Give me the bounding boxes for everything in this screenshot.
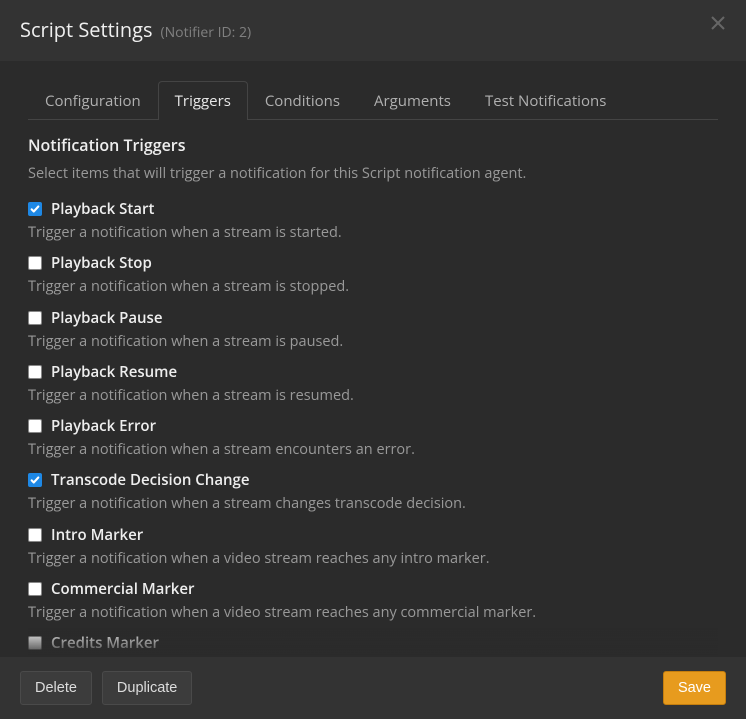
trigger-row: Playback Resume (28, 362, 718, 382)
trigger-label: Intro Marker (51, 525, 143, 545)
trigger-checkbox[interactable] (28, 582, 42, 596)
trigger-description: Trigger a notification when a video stre… (28, 603, 718, 623)
trigger-label: Playback Resume (51, 362, 177, 382)
trigger-checkbox[interactable] (28, 473, 42, 487)
trigger-item: Transcode Decision Change Trigger a notif… (28, 470, 718, 514)
tab-arguments[interactable]: Arguments (357, 81, 468, 120)
section-description: Select items that will trigger a notific… (28, 164, 718, 183)
trigger-checkbox[interactable] (28, 311, 42, 325)
trigger-label: Playback Stop (51, 253, 152, 273)
trigger-description: Trigger a notification when a stream is … (28, 223, 718, 243)
trigger-label: Transcode Decision Change (51, 470, 250, 490)
trigger-row: Playback Stop (28, 253, 718, 273)
modal-title: Script Settings (20, 16, 153, 43)
modal-subtitle: (Notifier ID: 2) (161, 23, 252, 42)
tab-test-notifications[interactable]: Test Notifications (468, 81, 623, 120)
trigger-label: Playback Start (51, 199, 154, 219)
trigger-row: Intro Marker (28, 525, 718, 545)
trigger-item: Intro Marker Trigger a notification when … (28, 525, 718, 569)
trigger-label: Playback Pause (51, 308, 163, 328)
modal-footer: Delete Duplicate Save (0, 657, 746, 719)
trigger-checkbox[interactable] (28, 419, 42, 433)
trigger-item: Playback Stop Trigger a notification when… (28, 253, 718, 297)
trigger-description: Trigger a notification when a video stre… (28, 549, 718, 569)
modal-header: Script Settings (Notifier ID: 2) (0, 0, 746, 61)
trigger-row: Commercial Marker (28, 579, 718, 599)
trigger-description: Trigger a notification when a stream enc… (28, 440, 718, 460)
close-icon[interactable] (710, 14, 730, 34)
trigger-checkbox[interactable] (28, 636, 42, 650)
tab-conditions[interactable]: Conditions (248, 81, 357, 120)
trigger-row: Transcode Decision Change (28, 470, 718, 490)
trigger-label: Credits Marker (51, 633, 159, 653)
trigger-label: Playback Error (51, 416, 156, 436)
trigger-item: Playback Error Trigger a notification whe… (28, 416, 718, 460)
tabs: ConfigurationTriggersConditionsArguments… (28, 81, 718, 120)
modal-body: ConfigurationTriggersConditionsArguments… (0, 61, 746, 657)
tab-configuration[interactable]: Configuration (28, 81, 158, 120)
script-settings-modal: Script Settings (Notifier ID: 2) Configu… (0, 0, 746, 719)
trigger-checkbox[interactable] (28, 202, 42, 216)
trigger-checkbox[interactable] (28, 256, 42, 270)
trigger-description: Trigger a notification when a stream is … (28, 332, 718, 352)
trigger-checkbox[interactable] (28, 528, 42, 542)
trigger-description: Trigger a notification when a stream is … (28, 386, 718, 406)
save-button[interactable]: Save (663, 671, 726, 705)
trigger-item: Commercial Marker Trigger a notification … (28, 579, 718, 623)
trigger-item: Playback Pause Trigger a notification whe… (28, 308, 718, 352)
trigger-item: Playback Start Trigger a notification whe… (28, 199, 718, 243)
trigger-item: Credits MarkerTrigger a notification whe… (28, 633, 718, 657)
trigger-description: Trigger a notification when a stream cha… (28, 494, 718, 514)
trigger-row: Playback Error (28, 416, 718, 436)
trigger-label: Commercial Marker (51, 579, 195, 599)
trigger-row: Playback Pause (28, 308, 718, 328)
trigger-item: Playback Resume Trigger a notification wh… (28, 362, 718, 406)
trigger-checkbox[interactable] (28, 365, 42, 379)
trigger-row: Playback Start (28, 199, 718, 219)
delete-button[interactable]: Delete (20, 671, 92, 705)
tab-triggers[interactable]: Triggers (158, 81, 248, 120)
section-title: Notification Triggers (28, 134, 718, 156)
trigger-list: Playback Start Trigger a notification whe… (28, 199, 718, 657)
duplicate-button[interactable]: Duplicate (102, 671, 192, 705)
trigger-row: Credits Marker (28, 633, 718, 653)
trigger-description: Trigger a notification when a stream is … (28, 277, 718, 297)
